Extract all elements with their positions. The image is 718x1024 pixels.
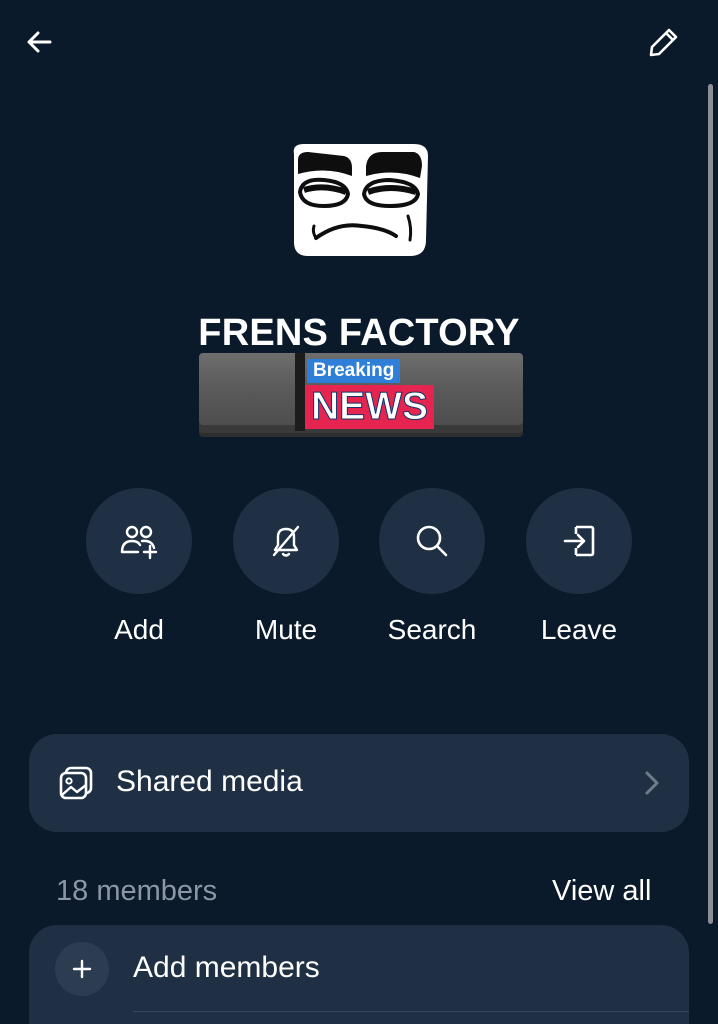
row-divider <box>133 1011 689 1012</box>
leave-action-circle[interactable] <box>526 488 632 594</box>
add-members-label: Add members <box>133 951 320 984</box>
edit-button[interactable] <box>638 20 690 64</box>
add-label: Add <box>114 614 164 645</box>
view-all-link[interactable]: View all <box>552 875 651 908</box>
add-people-icon <box>120 525 158 560</box>
banner-big-text: NEWS <box>305 385 434 429</box>
shared-media-row[interactable]: Shared media <box>29 734 689 832</box>
add-members-circle <box>55 942 109 996</box>
leave-icon <box>563 525 595 557</box>
search-action-circle[interactable] <box>379 488 485 594</box>
arrow-left-icon <box>27 31 52 53</box>
group-info-screen: FRENS FACTORY Breaking NEWS Add Mute Sea… <box>0 0 718 1024</box>
leave-label: Leave <box>540 614 618 645</box>
breaking-news-banner: Breaking NEWS <box>199 353 523 439</box>
group-avatar[interactable] <box>286 140 432 262</box>
shared-media-label: Shared media <box>116 765 303 798</box>
add-action[interactable]: Add <box>85 488 193 646</box>
search-label: Search <box>387 614 477 645</box>
mute-action-circle[interactable] <box>233 488 339 594</box>
pencil-icon <box>649 28 678 57</box>
members-card: Add members <box>29 925 689 1024</box>
add-members-row[interactable]: Add members <box>29 925 689 1013</box>
back-button[interactable] <box>14 20 66 64</box>
bell-muted-icon <box>272 525 300 557</box>
add-action-circle[interactable] <box>86 488 192 594</box>
members-count: 18 members <box>56 875 218 907</box>
leave-action[interactable]: Leave <box>525 488 633 646</box>
banner-edge <box>295 353 305 431</box>
chevron-right-icon <box>645 771 659 795</box>
scrollbar-thumb[interactable] <box>708 84 713 924</box>
mute-label: Mute <box>254 614 318 645</box>
search-action[interactable]: Search <box>378 488 486 646</box>
group-name: FRENS FACTORY <box>198 312 520 354</box>
banner-small-text: Breaking <box>307 359 401 383</box>
photos-icon <box>59 766 93 800</box>
mute-action[interactable]: Mute <box>232 488 340 646</box>
plus-icon <box>72 959 92 979</box>
search-icon <box>416 525 448 557</box>
